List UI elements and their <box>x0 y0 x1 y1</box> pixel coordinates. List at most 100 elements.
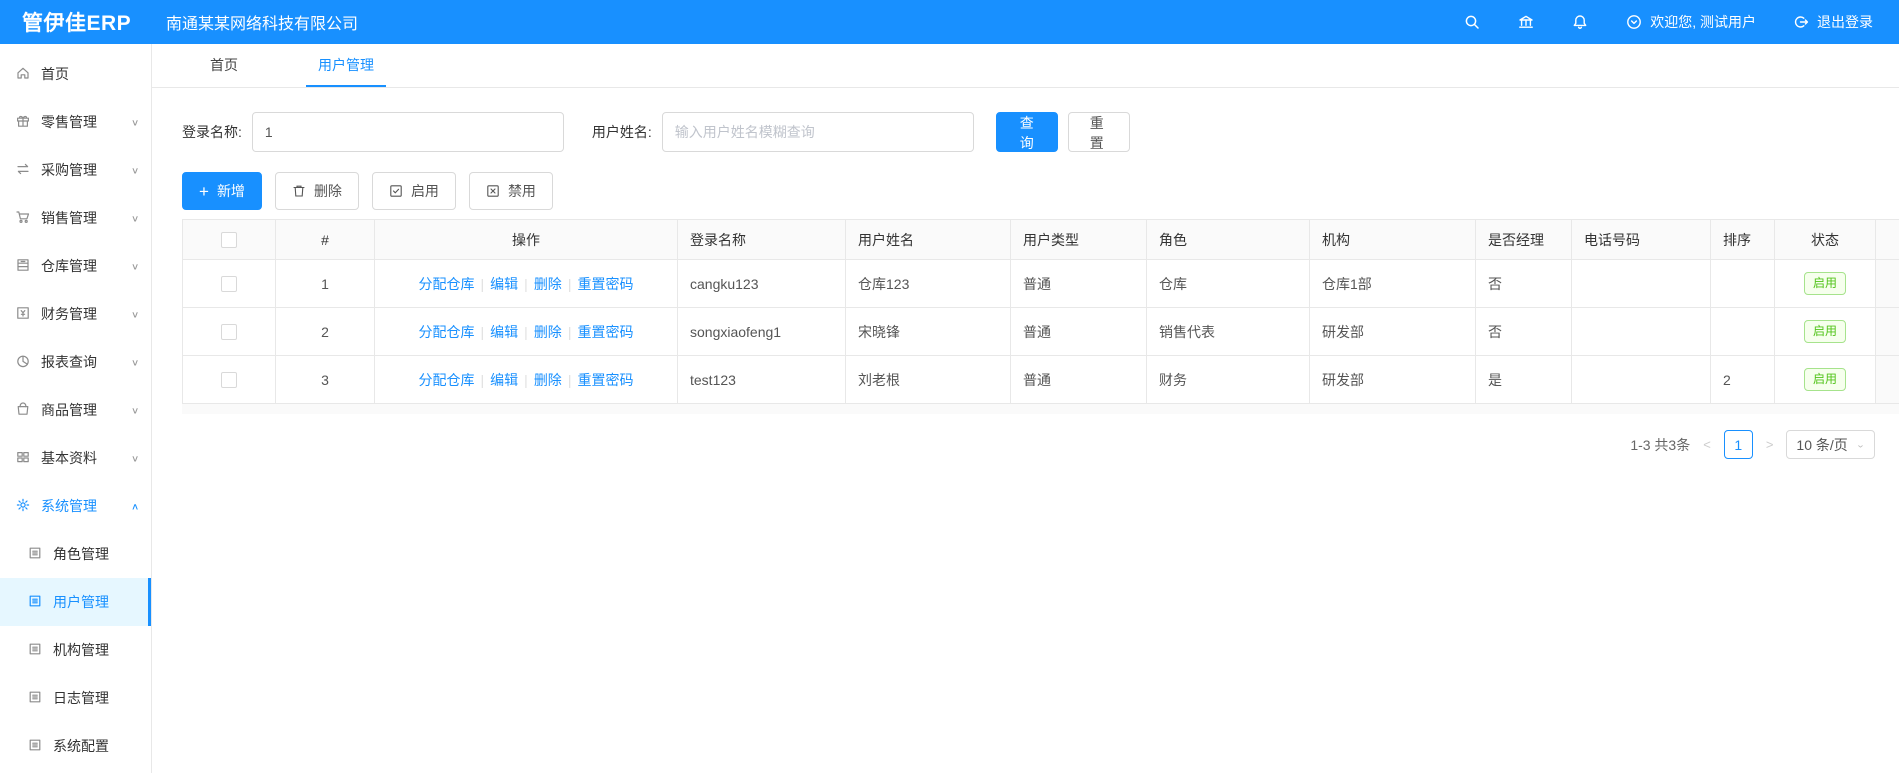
status-badge: 启用 <box>1803 368 1846 391</box>
sidebar-item-sales[interactable]: 销售管理 ∨ <box>0 194 151 242</box>
top-bar: 管伊佳ERP 南通某某网络科技有限公司 欢迎您, 测试用户 退出登录 <box>0 0 1899 44</box>
cell-org: 研发部 <box>1309 355 1476 404</box>
table-hscrollbar[interactable] <box>182 404 1899 414</box>
search-button[interactable]: 查 询 <box>995 112 1058 152</box>
sidebar-item-purchase[interactable]: 采购管理 ∨ <box>0 146 151 194</box>
column-header-actions: 操作 <box>374 219 678 260</box>
sidebar-item-home[interactable]: 首页 <box>0 50 151 98</box>
logout-icon <box>1794 16 1809 28</box>
search-icon[interactable] <box>1463 13 1481 31</box>
sidebar-item-label: 系统管理 <box>41 498 97 514</box>
sidebar-item-warehouse[interactable]: 仓库管理 ∨ <box>0 242 151 290</box>
sidebar-item-report[interactable]: 报表查询 ∨ <box>0 338 151 386</box>
sidebar-item-org[interactable]: 机构管理 <box>0 626 151 674</box>
link-divider: | <box>524 275 528 292</box>
action-link-assign-warehouse[interactable]: 分配仓库 <box>419 372 475 388</box>
tab-user-management[interactable]: 用户管理 <box>306 44 386 87</box>
action-link-delete[interactable]: 删除 <box>534 324 562 340</box>
chevron-down-icon: ∨ <box>130 405 139 416</box>
chevron-down-icon: ∨ <box>130 165 139 176</box>
action-link-delete[interactable]: 删除 <box>534 276 562 292</box>
user-name-label: 用户姓名: <box>591 124 652 140</box>
chevron-down-icon: ∨ <box>130 117 139 128</box>
cell-select <box>182 307 276 356</box>
user-welcome[interactable]: 欢迎您, 测试用户 <box>1625 12 1756 32</box>
sidebar-item-user[interactable]: 用户管理 <box>0 578 151 626</box>
action-link-edit[interactable]: 编辑 <box>490 276 518 292</box>
cell-phone <box>1571 307 1711 356</box>
action-link-reset-password[interactable]: 重置密码 <box>577 372 633 388</box>
sidebar-item-goods[interactable]: 商品管理 ∨ <box>0 386 151 434</box>
add-button[interactable]: + 新增 <box>182 172 262 210</box>
row-checkbox[interactable] <box>221 371 237 388</box>
sidebar-item-role[interactable]: 角色管理 <box>0 530 151 578</box>
link-divider: | <box>480 371 485 388</box>
table-scroll-gutter <box>1875 307 1899 356</box>
cell-actions: 分配仓库 | 编辑 | 删除 | 重置密码 <box>374 355 678 404</box>
check-square-icon <box>390 185 402 197</box>
column-header-phone: 电话号码 <box>1571 219 1711 260</box>
login-name-input[interactable] <box>251 112 564 152</box>
down-circle-icon <box>1627 15 1642 29</box>
sidebar-item-retail[interactable]: 零售管理 ∨ <box>0 98 151 146</box>
prev-page-button[interactable]: < <box>1700 437 1714 452</box>
gear-icon <box>15 497 31 516</box>
cell-actions: 分配仓库 | 编辑 | 删除 | 重置密码 <box>374 259 678 308</box>
enable-button[interactable]: 启用 <box>371 172 456 210</box>
sidebar-item-system[interactable]: 系统管理 ∧ <box>0 482 151 530</box>
link-divider: | <box>567 275 572 292</box>
topbar-actions: 欢迎您, 测试用户 退出登录 <box>1463 12 1899 32</box>
sidebar-item-finance[interactable]: 财务管理 ∨ <box>0 290 151 338</box>
cell-sort: 2 <box>1710 355 1775 404</box>
user-name-input[interactable] <box>661 112 974 152</box>
cell-org: 研发部 <box>1309 307 1476 356</box>
action-link-edit[interactable]: 编辑 <box>490 324 518 340</box>
sidebar-item-label: 日志管理 <box>53 690 109 706</box>
cell-role: 财务 <box>1146 355 1310 404</box>
bag-icon <box>15 401 31 420</box>
action-link-reset-password[interactable]: 重置密码 <box>577 276 633 292</box>
finance-icon <box>15 305 31 324</box>
column-header-user_type: 用户类型 <box>1010 219 1147 260</box>
next-page-button[interactable]: > <box>1763 437 1777 452</box>
cell-select <box>182 355 276 404</box>
link-divider: | <box>567 371 572 388</box>
doc-icon <box>27 737 43 756</box>
action-link-delete[interactable]: 删除 <box>534 372 562 388</box>
sidebar-item-log[interactable]: 日志管理 <box>0 674 151 722</box>
table-scroll-gutter <box>1875 355 1899 404</box>
sidebar-item-label: 财务管理 <box>41 306 97 322</box>
page-size-select[interactable]: 10 条/页 ⌄ <box>1786 430 1875 459</box>
action-link-reset-password[interactable]: 重置密码 <box>577 324 633 340</box>
link-divider: | <box>480 323 485 340</box>
disable-button[interactable]: 禁用 <box>468 172 553 210</box>
cell-user_type: 普通 <box>1010 259 1147 308</box>
chevron-down-icon: ∨ <box>130 357 139 368</box>
row-checkbox[interactable] <box>221 323 237 340</box>
tab-home[interactable]: 首页 <box>198 44 250 87</box>
cell-status: 启用 <box>1774 259 1876 308</box>
column-header-login_name: 登录名称 <box>677 219 846 260</box>
page-number-button[interactable]: 1 <box>1723 430 1753 459</box>
delete-button[interactable]: 删除 <box>274 172 359 210</box>
sidebar-submenu-system: 角色管理用户管理 机构管理日志管理系统配置 <box>0 530 151 770</box>
action-link-assign-warehouse[interactable]: 分配仓库 <box>419 324 475 340</box>
sidebar-item-label: 角色管理 <box>53 546 109 562</box>
sidebar-item-config[interactable]: 系统配置 <box>0 722 151 770</box>
table-scroll-gutter <box>1875 259 1899 308</box>
cell-phone <box>1571 259 1711 308</box>
logout-button[interactable]: 退出登录 <box>1792 12 1873 32</box>
bell-icon[interactable] <box>1571 13 1589 31</box>
swap-icon <box>15 161 31 180</box>
table-row: 1 分配仓库 | 编辑 | 删除 | 重置密码 cangku123 仓库123 普通 仓库 仓库1部否 启… <box>182 259 1899 308</box>
action-link-assign-warehouse[interactable]: 分配仓库 <box>419 276 475 292</box>
x-square-icon <box>487 185 499 197</box>
row-checkbox[interactable] <box>221 275 237 292</box>
bank-icon[interactable] <box>1517 13 1535 31</box>
reset-button[interactable]: 重 置 <box>1067 112 1130 152</box>
select-all-checkbox[interactable] <box>221 231 237 248</box>
logout-text: 退出登录 <box>1817 14 1873 30</box>
action-link-edit[interactable]: 编辑 <box>490 372 518 388</box>
link-divider: | <box>567 323 572 340</box>
sidebar-item-basic[interactable]: 基本资料 ∨ <box>0 434 151 482</box>
